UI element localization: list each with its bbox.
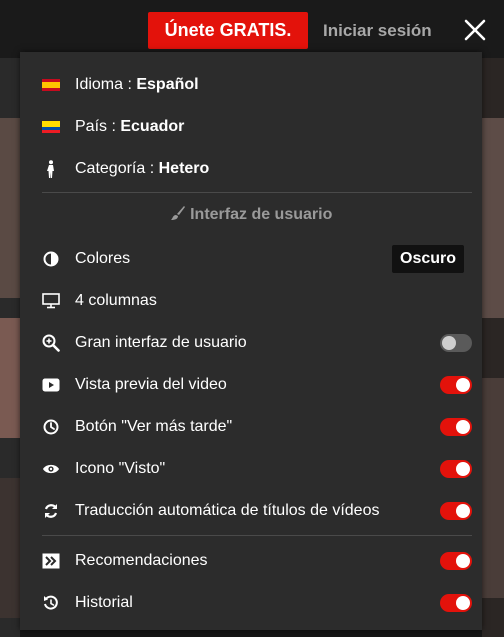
watch-later-label: Botón "Ver más tarde" (75, 418, 233, 435)
thumbnail (0, 118, 20, 298)
join-free-button[interactable]: Únete GRATIS. (148, 12, 308, 49)
history-icon (42, 594, 60, 612)
video-preview-label: Vista previa del video (75, 376, 227, 393)
big-ui-setting[interactable]: Gran interfaz de usuario (20, 322, 482, 364)
columns-label: 4 columnas (75, 292, 157, 309)
history-toggle[interactable] (440, 594, 472, 612)
clock-icon (42, 418, 60, 436)
thumbnail (0, 318, 20, 438)
settings-dropdown: Idioma : Español País : Ecuador Categorí… (20, 52, 482, 630)
contrast-icon (42, 250, 60, 268)
divider (42, 535, 472, 536)
columns-setting[interactable]: 4 columnas (20, 280, 482, 322)
country-value: Ecuador (120, 118, 185, 135)
toggle-knob (456, 420, 470, 434)
recommendations-setting[interactable]: Recomendaciones (20, 540, 482, 582)
colors-label: Colores (75, 250, 131, 267)
category-selector[interactable]: Categoría : Hetero (20, 148, 482, 190)
toggle-knob (456, 504, 470, 518)
recommendations-label: Recomendaciones (75, 552, 208, 569)
video-preview-toggle[interactable] (440, 376, 472, 394)
background-thumbnails-left (0, 58, 20, 637)
thumbnail (482, 118, 504, 318)
watched-icon-toggle[interactable] (440, 460, 472, 478)
category-value: Hetero (158, 160, 210, 177)
history-label: Historial (75, 594, 133, 611)
top-bar: Únete GRATIS. Iniciar sesión (0, 0, 504, 58)
language-prefix: Idioma : (75, 76, 137, 93)
ecuador-flag-icon (42, 118, 60, 136)
auto-translate-toggle[interactable] (440, 502, 472, 520)
thumbnail (0, 478, 20, 618)
language-value: Español (136, 76, 199, 93)
ui-section-title: Interfaz de usuario (20, 205, 482, 224)
category-prefix: Categoría : (75, 160, 159, 177)
toggle-knob (456, 378, 470, 392)
login-link[interactable]: Iniciar sesión (323, 12, 432, 49)
colors-setting[interactable]: Colores Oscuro (20, 238, 482, 280)
recommendations-icon (42, 552, 60, 570)
watched-icon-setting[interactable]: Icono "Visto" (20, 448, 482, 490)
watch-later-toggle[interactable] (440, 418, 472, 436)
language-selector[interactable]: Idioma : Español (20, 64, 482, 106)
recommendations-toggle[interactable] (440, 552, 472, 570)
eye-icon (42, 460, 60, 478)
watched-icon-label: Icono "Visto" (75, 460, 166, 477)
toggle-knob (456, 554, 470, 568)
brush-icon (170, 206, 185, 220)
country-selector[interactable]: País : Ecuador (20, 106, 482, 148)
country-prefix: País : (75, 118, 121, 135)
ui-section-label: Interfaz de usuario (190, 206, 333, 223)
background-thumbnails-right (482, 58, 504, 637)
close-icon[interactable] (463, 18, 487, 42)
auto-translate-label: Traducción automática de títulos de víde… (75, 502, 380, 519)
toggle-knob (456, 596, 470, 610)
zoom-icon (42, 334, 60, 352)
big-ui-toggle[interactable] (440, 334, 472, 352)
monitor-icon (42, 292, 60, 310)
thumbnail (482, 378, 504, 598)
auto-translate-setting[interactable]: Traducción automática de títulos de víde… (20, 490, 482, 532)
history-setting[interactable]: Historial (20, 582, 482, 624)
spain-flag-icon (42, 76, 60, 94)
big-ui-label: Gran interfaz de usuario (75, 334, 247, 351)
male-figure-icon (42, 160, 60, 178)
toggle-knob (442, 336, 456, 350)
video-preview-setting[interactable]: Vista previa del video (20, 364, 482, 406)
play-icon (42, 376, 60, 394)
colors-value-button[interactable]: Oscuro (392, 245, 465, 273)
watch-later-setting[interactable]: Botón "Ver más tarde" (20, 406, 482, 448)
toggle-knob (456, 462, 470, 476)
divider (42, 192, 472, 193)
refresh-icon (42, 502, 60, 520)
